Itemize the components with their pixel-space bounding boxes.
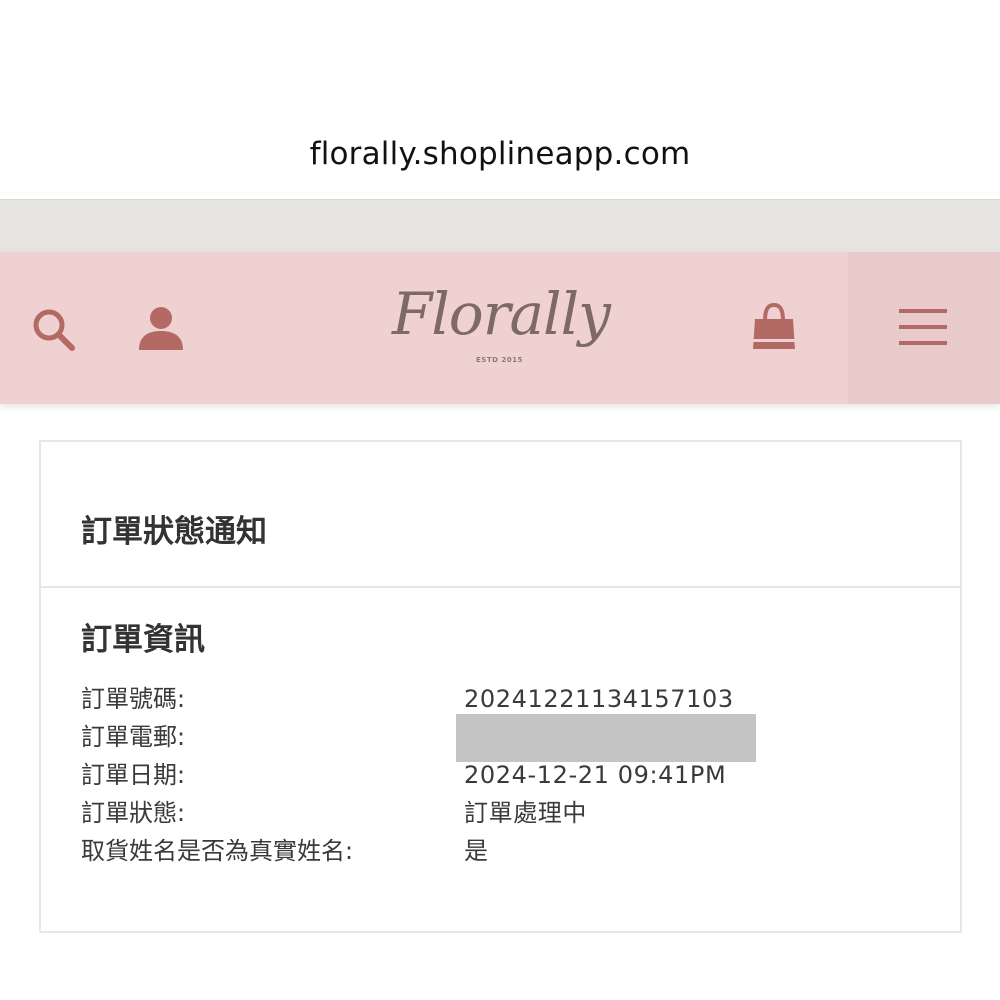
url-text[interactable]: florally.shoplineapp.com bbox=[0, 136, 1000, 172]
card-divider bbox=[41, 586, 960, 588]
order-date-value: 2024-12-21 09:41PM bbox=[464, 761, 727, 789]
order-email-label: 訂單電郵: bbox=[81, 723, 186, 751]
order-info-heading: 訂單資訊 bbox=[81, 622, 205, 658]
order-number-label: 訂單號碼: bbox=[81, 685, 186, 713]
hamburger-menu-icon[interactable] bbox=[899, 307, 949, 349]
logo-established-text: ESTD 2015 bbox=[476, 356, 523, 364]
page-title: 訂單狀態通知 bbox=[81, 514, 267, 550]
real-name-value: 是 bbox=[464, 837, 489, 865]
browser-toolbar-strip bbox=[0, 200, 1000, 252]
order-number-value: 20241221134157103 bbox=[464, 685, 734, 713]
user-icon[interactable] bbox=[136, 303, 186, 353]
real-name-label: 取貨姓名是否為真實姓名: bbox=[81, 837, 354, 865]
order-date-label: 訂單日期: bbox=[81, 761, 186, 789]
site-logo[interactable]: Florally ESTD 2015 bbox=[380, 272, 620, 384]
shopping-bag-icon[interactable] bbox=[749, 301, 799, 353]
order-status-value: 訂單處理中 bbox=[464, 799, 587, 827]
browser-url-bar[interactable]: florally.shoplineapp.com bbox=[0, 0, 1000, 200]
order-status-label: 訂單狀態: bbox=[81, 799, 186, 827]
logo-wordmark: Florally bbox=[392, 280, 611, 348]
order-status-card: 訂單狀態通知 訂單資訊 訂單號碼: 20241221134157103 訂單電郵… bbox=[39, 440, 962, 933]
order-email-value-redacted bbox=[456, 714, 756, 762]
search-icon[interactable] bbox=[30, 306, 78, 354]
